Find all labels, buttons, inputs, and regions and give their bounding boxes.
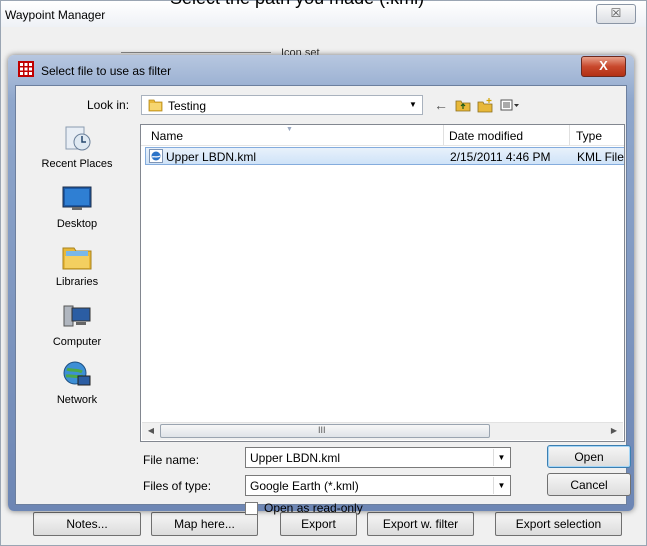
place-libraries[interactable]: Libraries [20, 242, 134, 300]
dialog-titlebar: Select file to use as filter X [8, 55, 634, 85]
group-divider [121, 52, 271, 53]
sort-arrow-icon: ▼ [286, 126, 293, 133]
waypoint-toolbar: Notes... Map here... Export Export w. fi… [15, 512, 635, 542]
files-of-type-label: Files of type: [143, 479, 212, 493]
waypoint-manager-title: Waypoint Manager [5, 8, 106, 22]
file-type-cell: KML File [577, 150, 624, 164]
place-label-desktop: Desktop [56, 218, 98, 230]
column-separator[interactable] [443, 125, 444, 145]
look-in-value: Testing [168, 99, 207, 113]
google-earth-file-icon [149, 149, 163, 163]
file-name-cell: Upper LBDN.kml [166, 150, 257, 164]
place-label-recent-places: Recent Places [41, 158, 113, 170]
scroll-left-arrow-icon[interactable]: ◀ [144, 425, 158, 437]
back-arrow-icon[interactable]: ← [432, 96, 450, 114]
files-of-type-dropdown[interactable]: Google Earth (*.kml) ▼ [245, 475, 511, 496]
up-folder-icon[interactable] [454, 96, 472, 114]
look-in-label: Look in: [87, 98, 130, 112]
waypoint-manager-close-button[interactable]: ☒ [596, 4, 636, 24]
place-network[interactable]: Network [20, 360, 134, 418]
file-list-header: Name ▼ Date modified Type [141, 125, 624, 146]
column-separator[interactable] [569, 125, 570, 145]
folder-icon [148, 99, 163, 112]
file-name-combobox[interactable]: Upper LBDN.kml ▼ [245, 447, 511, 468]
open-read-only-label[interactable]: Open as read-only [264, 501, 363, 515]
export-selection-button[interactable]: Export selection [495, 512, 622, 536]
scrollbar-grip: III [318, 425, 326, 435]
places-bar: Recent Places Desktop Libraries Computer… [20, 124, 134, 436]
select-file-dialog: Select file to use as filter X Look in: … [8, 55, 634, 515]
recent-places-icon [65, 126, 91, 151]
chevron-down-icon[interactable]: ▼ [493, 477, 509, 494]
scroll-right-arrow-icon[interactable]: ▶ [607, 425, 621, 437]
horizontal-scrollbar[interactable]: ◀ III ▶ [142, 422, 623, 440]
files-of-type-value: Google Earth (*.kml) [250, 479, 359, 493]
view-menu-icon[interactable] [498, 96, 522, 114]
column-header-name[interactable]: Name [151, 129, 183, 143]
dialog-body: Look in: Testing ▼ ← Recent Places Deskt… [15, 85, 631, 515]
open-button[interactable]: Open [547, 445, 631, 468]
libraries-icon [62, 247, 92, 270]
navigation-toolbar: ← [432, 96, 522, 114]
chevron-down-icon[interactable]: ▼ [493, 449, 509, 466]
computer-icon [63, 305, 91, 327]
column-header-date-modified[interactable]: Date modified [449, 129, 523, 143]
file-name-value[interactable]: Upper LBDN.kml [250, 451, 340, 465]
map-here-button[interactable]: Map here... [151, 512, 258, 536]
place-label-libraries: Libraries [55, 276, 99, 288]
column-header-type[interactable]: Type [576, 129, 602, 143]
dialog-title: Select file to use as filter [41, 64, 172, 78]
file-date-cell: 2/15/2011 4:46 PM [450, 150, 551, 164]
cancel-button[interactable]: Cancel [547, 473, 631, 496]
look-in-dropdown[interactable]: Testing ▼ [141, 95, 423, 115]
scrollbar-thumb[interactable]: III [160, 424, 490, 438]
place-recent-places[interactable]: Recent Places [20, 124, 134, 182]
file-list[interactable]: Name ▼ Date modified Type Upper LBDN.kml… [140, 124, 625, 442]
notes-button[interactable]: Notes... [33, 512, 141, 536]
chevron-down-icon[interactable]: ▼ [405, 97, 421, 113]
open-read-only-checkbox[interactable] [245, 502, 258, 515]
file-name-label: File name: [143, 453, 200, 467]
place-desktop[interactable]: Desktop [20, 184, 134, 242]
export-button[interactable]: Export [280, 512, 357, 536]
instruction-caption: Select the path you made (.kml) [170, 0, 424, 9]
desktop-icon [62, 186, 92, 210]
export-with-filter-button[interactable]: Export w. filter [367, 512, 474, 536]
network-icon [63, 361, 91, 386]
place-computer[interactable]: Computer [20, 302, 134, 360]
file-row[interactable]: Upper LBDN.kml 2/15/2011 4:46 PM KML Fil… [145, 147, 624, 165]
new-folder-icon[interactable] [476, 96, 494, 114]
place-label-network: Network [56, 394, 98, 406]
dialog-close-button[interactable]: X [581, 56, 626, 77]
grid-app-icon [18, 61, 34, 77]
place-label-computer: Computer [52, 336, 102, 348]
